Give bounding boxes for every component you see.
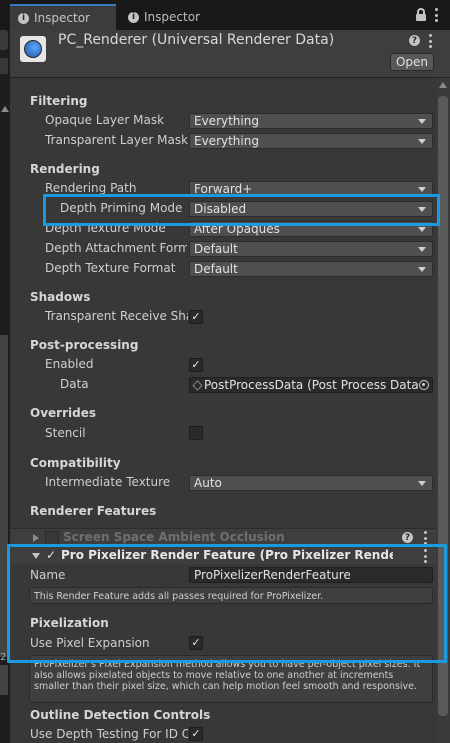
depth-texture-mode-dropdown[interactable]: After Opaques [189, 221, 433, 237]
inspector-scrollbar[interactable] [436, 78, 450, 743]
info-icon: i [18, 12, 29, 24]
section-renderer-features: Renderer Features [30, 504, 157, 518]
post-processing-enabled-label: Enabled [45, 357, 94, 371]
post-processing-enabled-checkbox[interactable]: ✓ [189, 358, 203, 372]
intermediate-texture-dropdown[interactable]: Auto [189, 475, 433, 491]
depth-texture-format-dropdown[interactable]: Default [189, 261, 433, 277]
depth-priming-mode-label: Depth Priming Mode [60, 201, 183, 215]
opaque-layer-mask-dropdown[interactable]: Everything [189, 113, 433, 129]
asset-cube-icon [192, 380, 203, 391]
renderer-asset-icon [20, 36, 46, 62]
scrollbar-thumb[interactable] [438, 96, 448, 716]
intermediate-texture-label: Intermediate Texture [45, 475, 171, 489]
transparent-receive-shadows-checkbox[interactable]: ✓ [189, 310, 203, 324]
depth-testing-checkbox[interactable]: ✓ [189, 727, 203, 741]
section-rendering: Rendering [30, 162, 100, 176]
inspector-content: PC_Renderer (Universal Renderer Data) ? … [10, 30, 450, 743]
depth-attachment-format-dropdown[interactable]: Default [189, 241, 433, 257]
object-picker-icon[interactable] [419, 380, 429, 390]
left-panel-field[interactable] [0, 58, 8, 74]
pixelizer-enabled-checkbox[interactable]: ✓ [46, 548, 56, 562]
stencil-label: Stencil [45, 426, 86, 440]
foldout-expanded-icon[interactable] [32, 553, 40, 559]
transparent-receive-shadows-label: Transparent Receive Sha [45, 309, 188, 323]
rendering-path-label: Rendering Path [45, 181, 137, 195]
feature-ssao-header[interactable]: Screen Space Ambient Occlusion ? [10, 528, 436, 546]
depth-priming-mode-dropdown[interactable]: Disabled [189, 201, 433, 217]
info-icon: i [128, 11, 139, 23]
transparent-layer-mask-dropdown[interactable]: Everything [189, 133, 433, 149]
depth-texture-format-label: Depth Texture Format [45, 261, 176, 275]
section-shadows: Shadows [30, 290, 91, 304]
post-process-data-value: PostProcessData (Post Process Data [204, 378, 419, 392]
pixelizer-feature-label: Pro Pixelizer Render Feature (Pro Pixeli… [61, 548, 393, 562]
transparent-layer-mask-label: Transparent Layer Mask [45, 133, 189, 147]
section-filtering: Filtering [30, 94, 88, 108]
tab-label: Inspector [34, 11, 90, 25]
opaque-layer-mask-label: Opaque Layer Mask [45, 113, 165, 127]
depth-testing-label: Use Depth Testing For ID O [30, 727, 188, 741]
rendering-path-dropdown[interactable]: Forward+ [189, 181, 433, 197]
section-outline-detection: Outline Detection Controls [30, 708, 211, 722]
section-overrides: Overrides [30, 406, 96, 420]
inspector-header: PC_Renderer (Universal Renderer Data) ? … [10, 30, 450, 78]
left-panel-field[interactable] [0, 30, 8, 50]
section-compatibility: Compatibility [30, 456, 121, 470]
feature-name-label: Name [30, 568, 66, 582]
help-icon[interactable]: ? [409, 35, 420, 46]
feature-name-input[interactable]: ProPixelizerRenderFeature [189, 567, 433, 583]
left-panel-scroll-up-icon[interactable] [1, 106, 9, 112]
tab-inspector-1[interactable]: i Inspector [10, 4, 116, 30]
post-process-data-field[interactable]: PostProcessData (Post Process Data [189, 377, 433, 393]
lock-icon[interactable] [416, 8, 426, 21]
tab-label: Inspector [144, 10, 200, 24]
depth-attachment-format-label: Depth Attachment Forma [45, 241, 187, 255]
feature-menu-kebab-icon[interactable] [423, 549, 427, 563]
ssao-feature-label: Screen Space Ambient Occlusion [63, 530, 285, 544]
tab-inspector-2[interactable]: i Inspector [120, 4, 230, 30]
open-button[interactable]: Open [390, 53, 434, 71]
post-process-data-label: Data [60, 377, 89, 391]
tab-bar: i Inspector i Inspector [0, 0, 450, 30]
foldout-collapsed-icon[interactable] [33, 534, 39, 542]
section-post-processing: Post-processing [30, 338, 139, 352]
help-icon[interactable]: ? [402, 532, 413, 543]
depth-texture-mode-label: Depth Texture Mode [45, 221, 166, 235]
section-pixelization: Pixelization [30, 616, 109, 630]
feature-info-box: This Render Feature adds all passes requ… [29, 587, 433, 604]
tab-menu-kebab-icon[interactable] [434, 8, 438, 22]
left-panel-strip: 2 [0, 30, 10, 743]
scroll-up-icon[interactable] [439, 82, 447, 88]
ssao-enabled-checkbox[interactable] [45, 531, 59, 545]
left-panel-number: 2 [0, 652, 7, 663]
page-title: PC_Renderer (Universal Renderer Data) [58, 32, 335, 48]
header-menu-kebab-icon[interactable] [428, 34, 432, 48]
use-pixel-expansion-label: Use Pixel Expansion [30, 636, 150, 650]
feature-menu-kebab-icon[interactable] [423, 531, 427, 545]
left-panel-scrollbar[interactable] [0, 335, 8, 657]
left-panel-field[interactable] [0, 665, 8, 695]
feature-pixelizer-header[interactable]: ✓ Pro Pixelizer Render Feature (Pro Pixe… [10, 546, 436, 564]
stencil-checkbox[interactable] [189, 426, 203, 440]
pixel-expansion-info-box: ProPixelizer's Pixel Expansion method al… [29, 655, 433, 703]
use-pixel-expansion-checkbox[interactable]: ✓ [189, 636, 203, 650]
